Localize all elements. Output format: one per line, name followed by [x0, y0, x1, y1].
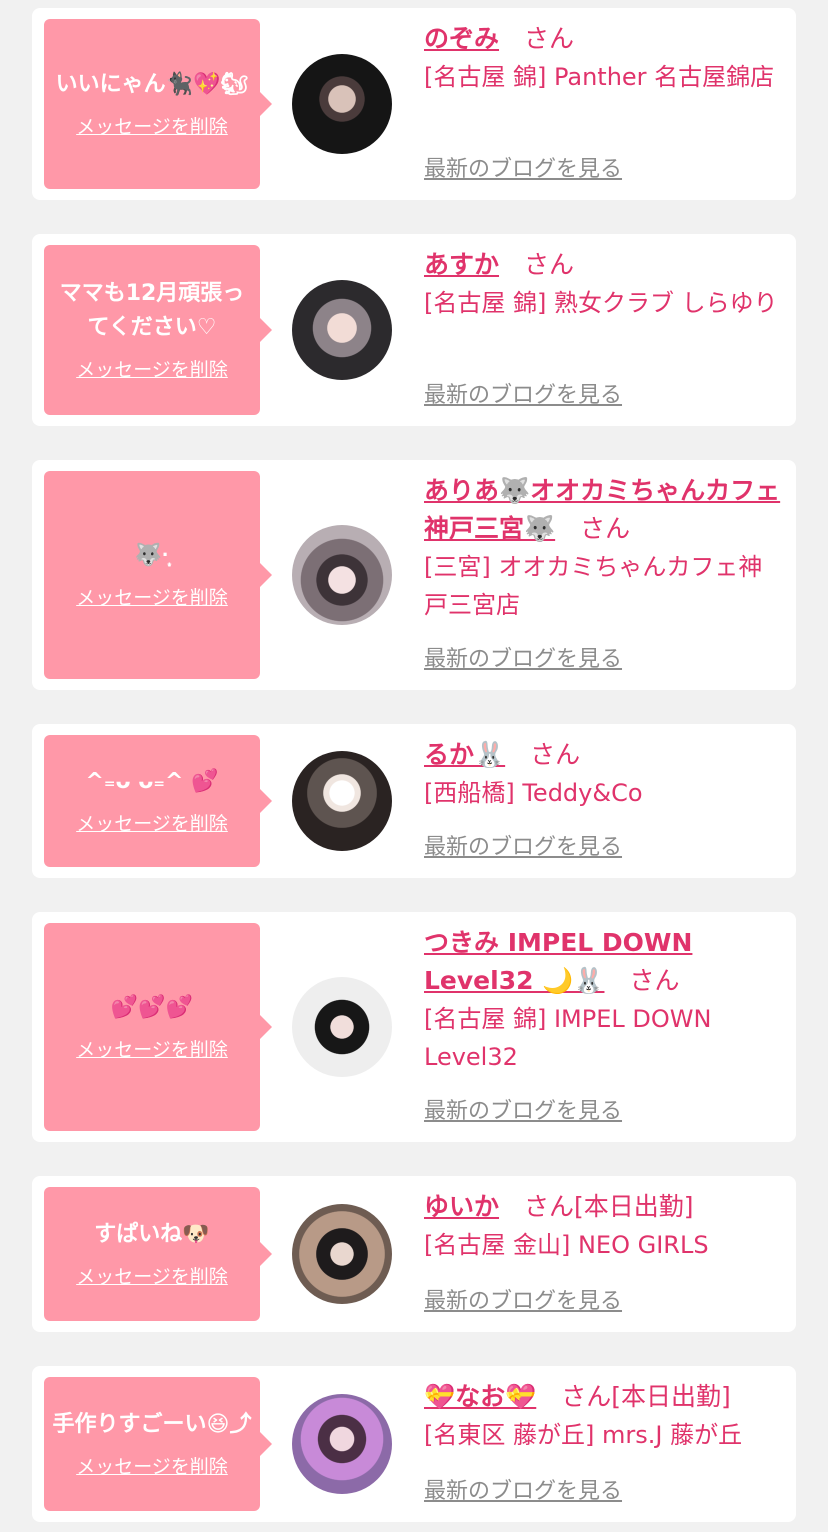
message-text: いいにゃん🐈‍⬛💖🐿: [55, 72, 249, 97]
delete-message-link[interactable]: メッセージを削除: [76, 1454, 228, 1480]
cast-name-link[interactable]: ゆいか: [424, 1192, 499, 1221]
message-bubble: すぱいね🐶 メッセージを削除: [44, 1187, 272, 1321]
delete-message-link[interactable]: メッセージを削除: [76, 114, 228, 140]
cast-info: るか🐰 さん [西船橋] Teddy&Co: [424, 736, 782, 812]
avatar[interactable]: [292, 751, 392, 851]
honorific: さん: [530, 740, 581, 769]
delete-message-link[interactable]: メッセージを削除: [76, 1037, 228, 1063]
message-card: すぱいね🐶 メッセージを削除 ゆいか さん[本日出勤] [名古屋 金山] NEO…: [32, 1176, 796, 1332]
delete-message-link[interactable]: メッセージを削除: [76, 585, 228, 611]
cast-name-link[interactable]: 💝なお💝: [424, 1382, 536, 1411]
message-bubble: ^₌ᴗ ᴗ₌^ 💕 メッセージを削除: [44, 735, 272, 867]
delete-message-link[interactable]: メッセージを削除: [76, 357, 228, 383]
cast-name-link[interactable]: あすか: [424, 250, 499, 279]
message-card: 手作りすごーい😆⤴ メッセージを削除 💝なお💝 さん[本日出勤] [名東区 藤が…: [32, 1366, 796, 1522]
delete-message-link[interactable]: メッセージを削除: [76, 1264, 228, 1290]
cast-info: あすか さん [名古屋 錦] 熟女クラブ しらゆり: [424, 246, 782, 322]
status-badge: [本日出勤]: [611, 1382, 731, 1411]
message-bubble: 💕💕💕 メッセージを削除: [44, 923, 272, 1131]
latest-blog-link[interactable]: 最新のブログを見る: [424, 834, 622, 862]
message-card: 💕💕💕 メッセージを削除 つきみ IMPEL DOWN Level32 🌙🐰 さ…: [32, 912, 796, 1142]
cast-info: つきみ IMPEL DOWN Level32 🌙🐰 さん [名古屋 錦] IMP…: [424, 924, 782, 1076]
cast-info: ありあ🐺オオカミちゃんカフェ神戸三宮🐺 さん [三宮] オオカミちゃんカフェ神戸…: [424, 472, 782, 624]
message-text: 手作りすごーい😆⤴: [52, 1412, 252, 1437]
message-bubble: 手作りすごーい😆⤴ メッセージを削除: [44, 1377, 272, 1511]
message-card: いいにゃん🐈‍⬛💖🐿 メッセージを削除 のぞみ さん [名古屋 錦] Panth…: [32, 8, 796, 200]
message-bubble: 🐺·̩͙ メッセージを削除: [44, 471, 272, 679]
shop-name: [名古屋 錦] Panther 名古屋錦店: [424, 63, 775, 91]
latest-blog-link[interactable]: 最新のブログを見る: [424, 1478, 622, 1506]
avatar[interactable]: [292, 54, 392, 154]
shop-name: [西船橋] Teddy&Co: [424, 779, 643, 807]
honorific: さん: [580, 514, 631, 543]
message-card: ママも12月頑張ってください♡ メッセージを削除 あすか さん [名古屋 錦] …: [32, 234, 796, 426]
message-text: 🐺·̩͙: [134, 543, 170, 568]
avatar[interactable]: [292, 525, 392, 625]
latest-blog-link[interactable]: 最新のブログを見る: [424, 646, 622, 674]
cast-info: ゆいか さん[本日出勤] [名古屋 金山] NEO GIRLS: [424, 1188, 782, 1264]
message-card: 🐺·̩͙ メッセージを削除 ありあ🐺オオカミちゃんカフェ神戸三宮🐺 さん [三宮…: [32, 460, 796, 690]
message-text: 💕💕💕: [110, 995, 194, 1020]
delete-message-link[interactable]: メッセージを削除: [76, 811, 228, 837]
latest-blog-link[interactable]: 最新のブログを見る: [424, 156, 622, 184]
shop-name: [三宮] オオカミちゃんカフェ神戸三宮店: [424, 553, 763, 619]
avatar[interactable]: [292, 1394, 392, 1494]
message-bubble: ママも12月頑張ってください♡ メッセージを削除: [44, 245, 272, 415]
shop-name: [名古屋 金山] NEO GIRLS: [424, 1231, 709, 1259]
honorific: さん: [561, 1382, 612, 1411]
message-text: すぱいね🐶: [94, 1222, 210, 1247]
message-card: ^₌ᴗ ᴗ₌^ 💕 メッセージを削除 るか🐰 さん [西船橋] Teddy&Co…: [32, 724, 796, 878]
latest-blog-link[interactable]: 最新のブログを見る: [424, 1288, 622, 1316]
message-text: ^₌ᴗ ᴗ₌^ 💕: [85, 769, 219, 794]
honorific: さん: [524, 250, 575, 279]
avatar[interactable]: [292, 280, 392, 380]
shop-name: [名東区 藤が丘] mrs.J 藤が丘: [424, 1421, 743, 1449]
status-badge: [本日出勤]: [574, 1192, 694, 1221]
latest-blog-link[interactable]: 最新のブログを見る: [424, 382, 622, 410]
avatar[interactable]: [292, 977, 392, 1077]
shop-name: [名古屋 錦] IMPEL DOWN Level32: [424, 1005, 712, 1071]
shop-name: [名古屋 錦] 熟女クラブ しらゆり: [424, 289, 778, 317]
latest-blog-link[interactable]: 最新のブログを見る: [424, 1098, 622, 1126]
avatar[interactable]: [292, 1204, 392, 1304]
honorific: さん: [524, 1192, 575, 1221]
cast-name-link[interactable]: るか🐰: [424, 740, 505, 769]
cast-info: のぞみ さん [名古屋 錦] Panther 名古屋錦店: [424, 20, 782, 96]
cast-name-link[interactable]: のぞみ: [424, 24, 499, 53]
message-text: ママも12月頑張ってください♡: [59, 281, 245, 340]
message-bubble: いいにゃん🐈‍⬛💖🐿 メッセージを削除: [44, 19, 272, 189]
honorific: さん: [629, 966, 680, 995]
honorific: さん: [524, 24, 575, 53]
cast-info: 💝なお💝 さん[本日出勤] [名東区 藤が丘] mrs.J 藤が丘: [424, 1378, 782, 1454]
